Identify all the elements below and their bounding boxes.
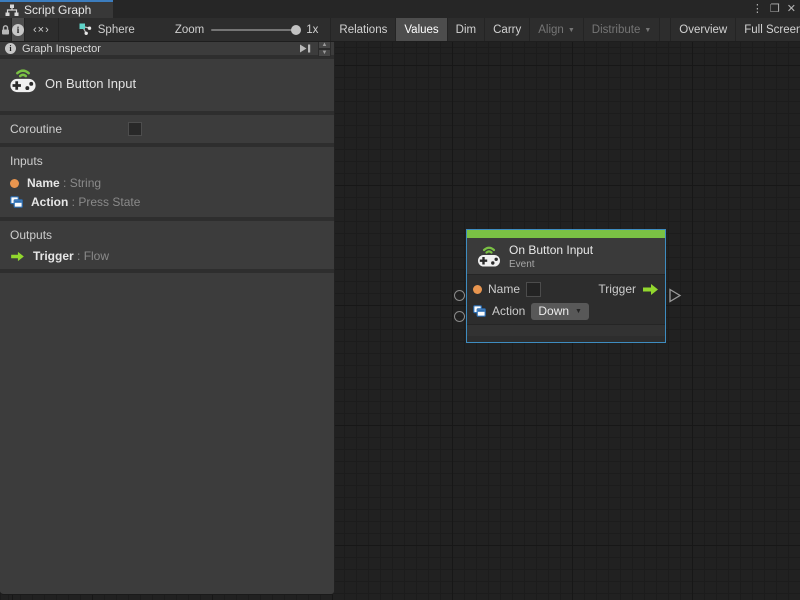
maximize-icon[interactable]: ❐: [770, 0, 780, 18]
enum-port-icon[interactable]: [473, 305, 486, 317]
graph-hierarchy-icon: [5, 4, 19, 16]
inspector-title-section: On Button Input: [0, 59, 334, 111]
action-input-port[interactable]: [454, 311, 465, 322]
info-icon: i: [12, 23, 24, 36]
node-body: Name Trigger Action Down ▼: [467, 275, 665, 324]
gamepad-icon: [10, 69, 36, 93]
inspector-toggle-button[interactable]: i: [12, 18, 25, 41]
flow-arrow-icon: [11, 251, 24, 261]
tab-label: Script Graph: [24, 3, 92, 17]
coroutine-label: Coroutine: [10, 122, 63, 136]
input-port-row-name: Name : String: [10, 176, 101, 190]
window-controls: ⋮ ❐ ✕: [752, 0, 796, 18]
input-port-row-action: Action : Press State: [10, 195, 140, 209]
relations-button[interactable]: Relations: [331, 18, 397, 41]
code-icon: ‹×›: [33, 23, 50, 36]
action-dropdown[interactable]: Down ▼: [531, 302, 589, 320]
edit-script-button[interactable]: ‹×›: [25, 18, 59, 41]
dock-panel-icon[interactable]: [298, 43, 312, 54]
overview-button[interactable]: Overview: [670, 18, 737, 41]
coroutine-section: Coroutine: [0, 115, 334, 143]
node-subtitle: Event: [509, 259, 535, 270]
graph-inspector-panel: i Graph Inspector ▲ ▼ On Button Input Co…: [0, 42, 335, 595]
zoom-slider-knob[interactable]: [291, 24, 302, 35]
gamepad-icon: [478, 246, 500, 267]
zoom-value: 1x: [306, 23, 319, 36]
unity-script-graph-window: Script Graph ⋮ ❐ ✕ i ‹×› Sphere Zoom 1x …: [0, 0, 800, 600]
chevron-down-icon: ▼: [567, 27, 575, 34]
node-title: On Button Input: [509, 243, 594, 257]
inspector-header-label: Graph Inspector: [22, 42, 101, 55]
align-button[interactable]: Align ▼: [530, 18, 584, 41]
zoom-label: Zoom: [174, 23, 205, 36]
lock-icon: [2, 24, 9, 34]
graph-name-label: Sphere: [97, 23, 135, 36]
action-row: Action Down ▼: [473, 300, 659, 322]
carry-button[interactable]: Carry: [485, 18, 531, 41]
toolbar-right-group: Relations Values Dim Carry Align ▼ Distr…: [331, 18, 800, 41]
values-button[interactable]: Values: [396, 18, 448, 41]
graph-toolbar: i ‹×› Sphere Zoom 1x Relations Values Di: [0, 18, 800, 42]
string-port-icon: [10, 178, 19, 188]
string-port-icon[interactable]: [473, 284, 482, 294]
output-port-row-trigger: Trigger : Flow: [10, 249, 109, 263]
event-color-bar: [467, 230, 665, 238]
tab-script-graph[interactable]: Script Graph: [0, 0, 113, 18]
inspector-header: i Graph Inspector ▲ ▼: [0, 42, 334, 57]
name-input-port[interactable]: [454, 290, 465, 301]
name-port-label: Name: [488, 282, 521, 296]
coroutine-checkbox[interactable]: [128, 122, 142, 136]
graph-breadcrumb[interactable]: Sphere: [59, 18, 145, 41]
action-dropdown-value: Down: [538, 303, 570, 318]
dim-button[interactable]: Dim: [448, 18, 486, 41]
flow-arrow-icon[interactable]: [642, 283, 659, 296]
trigger-port-label: Trigger: [598, 282, 636, 296]
name-row: Name Trigger: [473, 278, 659, 300]
action-port-label: Action: [492, 304, 526, 318]
close-icon[interactable]: ✕: [787, 0, 796, 18]
info-icon: i: [5, 43, 16, 54]
node-header[interactable]: On Button Input Event: [467, 238, 665, 275]
script-graph-icon: [79, 23, 91, 35]
distribute-button[interactable]: Distribute ▼: [584, 18, 661, 41]
trigger-output-port[interactable]: [668, 288, 682, 303]
inputs-section-label: Inputs: [10, 154, 43, 168]
inspector-empty-area: [0, 273, 334, 594]
outputs-section: Outputs Trigger : Flow: [0, 221, 334, 269]
scroll-down-icon[interactable]: ▼: [318, 48, 331, 57]
zoom-slider[interactable]: [211, 24, 302, 35]
chevron-down-icon: ▼: [575, 308, 582, 315]
inputs-section: Inputs Name : String Action : Press Stat…: [0, 147, 334, 217]
on-button-input-node[interactable]: On Button Input Event Name Trigger Actio…: [466, 229, 666, 343]
titlebar: Script Graph ⋮ ❐ ✕: [0, 0, 800, 18]
window-menu-icon[interactable]: ⋮: [752, 0, 763, 18]
outputs-section-label: Outputs: [10, 228, 53, 242]
inspector-unit-title: On Button Input: [45, 76, 137, 91]
enum-port-icon: [10, 196, 23, 208]
node-footer: [467, 324, 665, 336]
fullscreen-button[interactable]: Full Screen: [736, 18, 800, 41]
name-value-field[interactable]: [526, 281, 542, 297]
inspector-scrollbar: ▲ ▼: [318, 42, 331, 57]
chevron-down-icon: ▼: [644, 27, 652, 34]
lock-button[interactable]: [0, 18, 12, 41]
zoom-control: Zoom 1x: [145, 18, 332, 41]
